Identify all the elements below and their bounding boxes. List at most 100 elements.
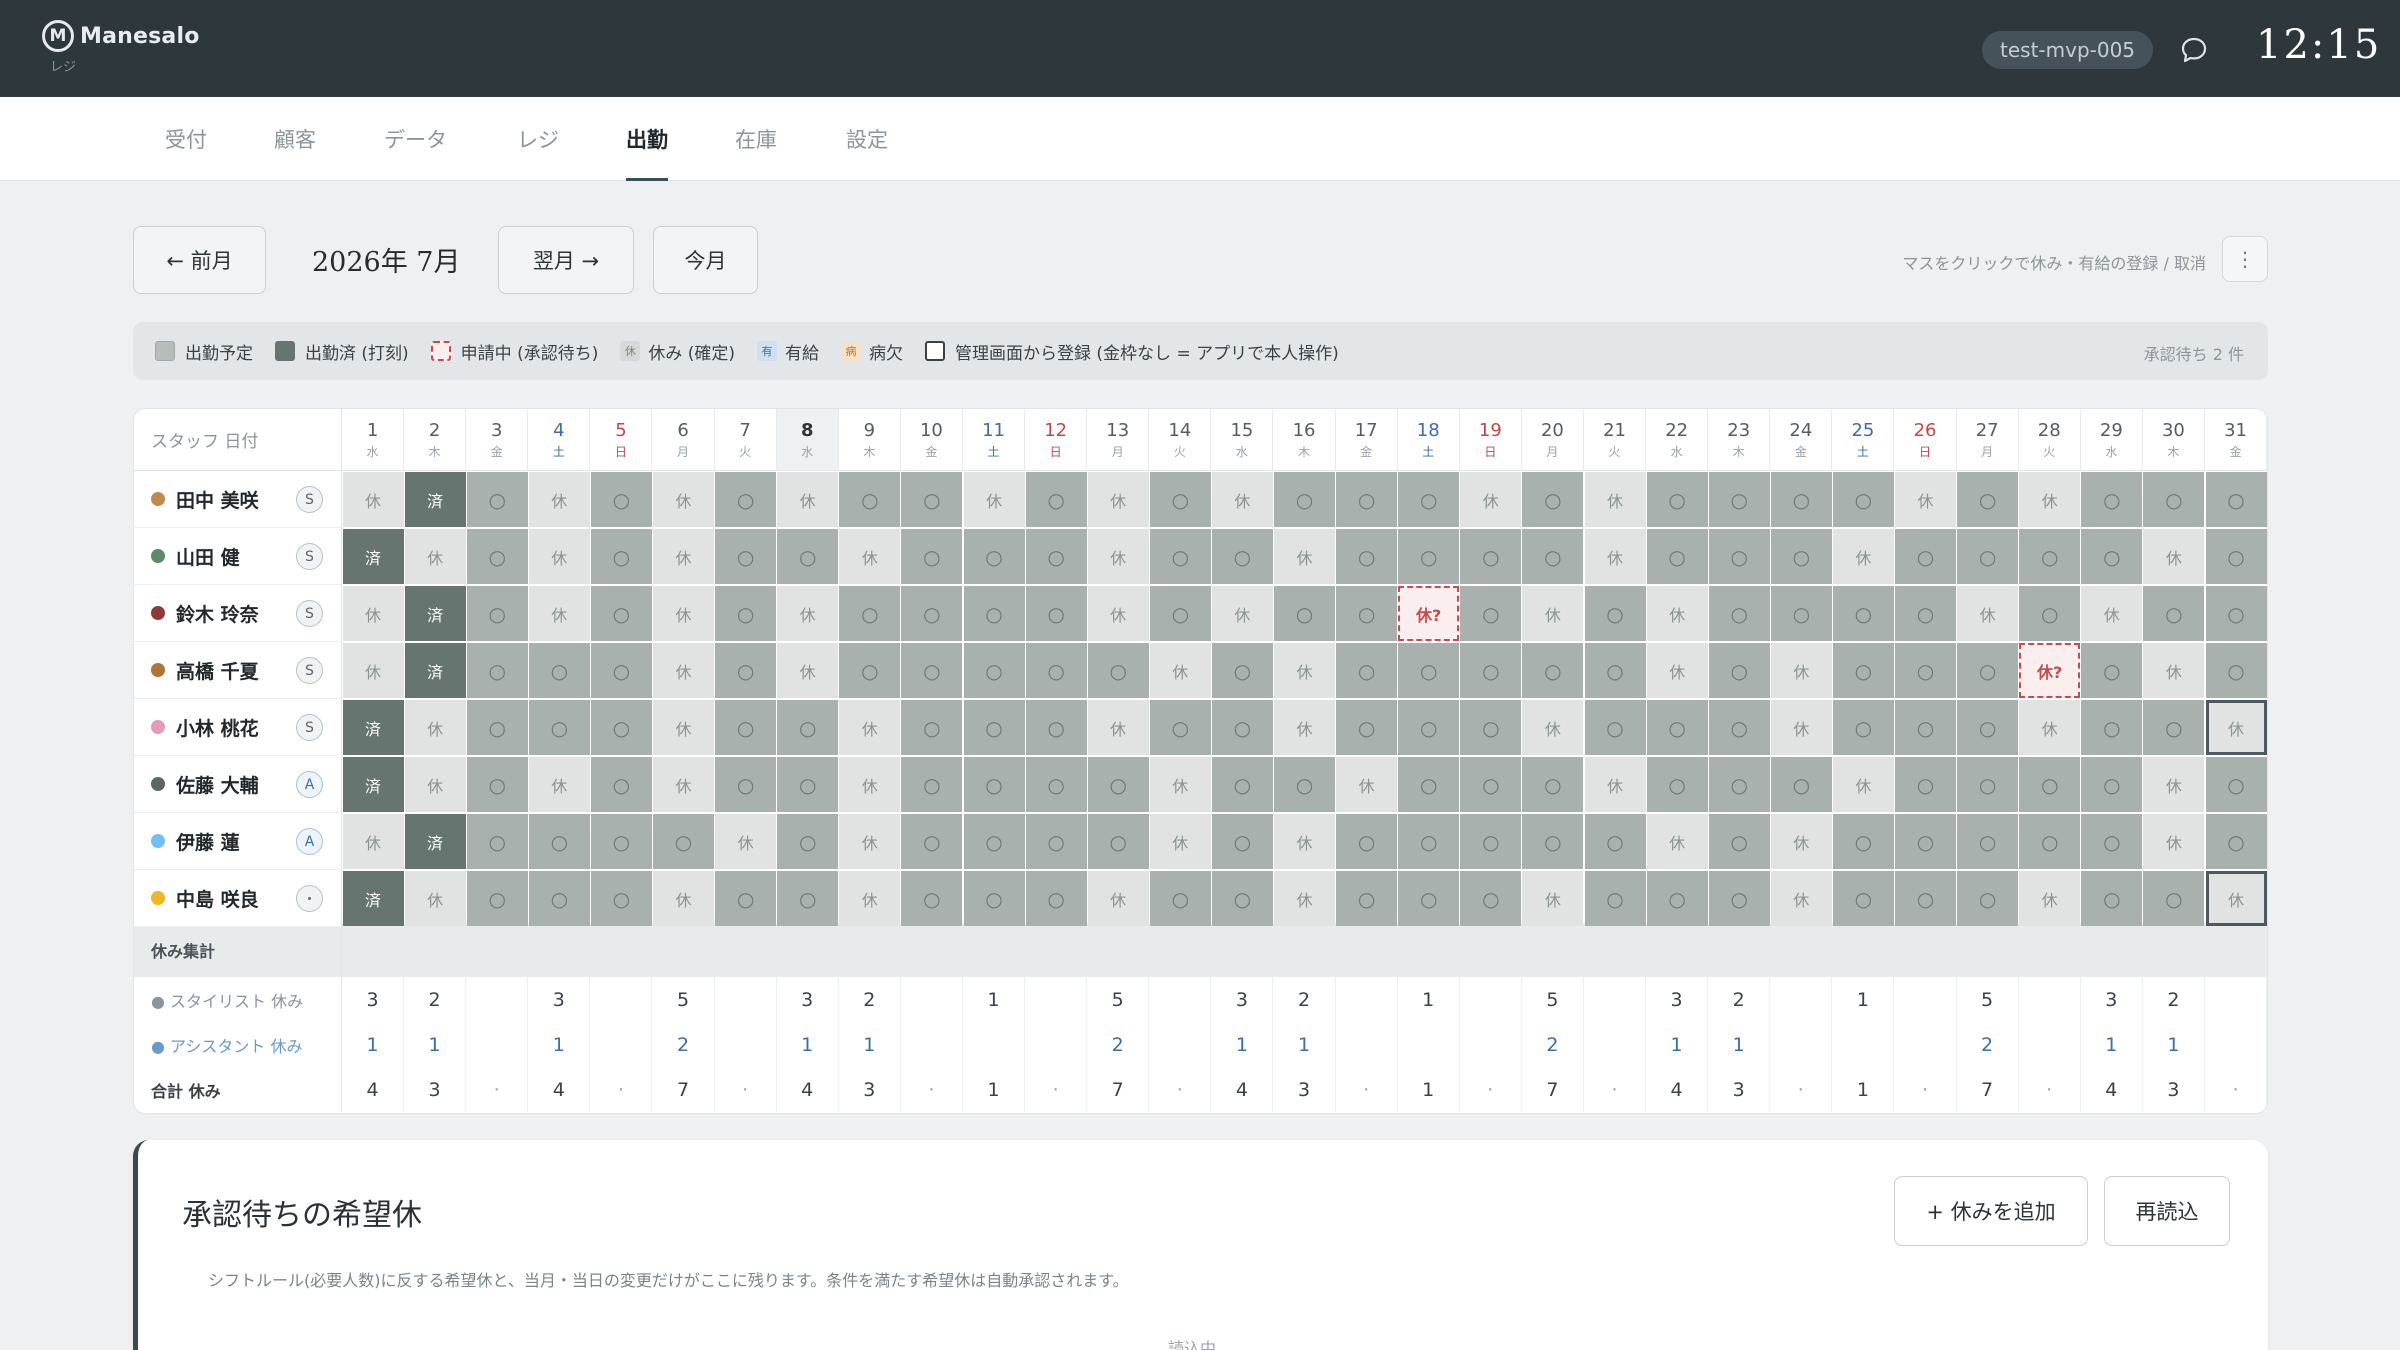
tab-attendance[interactable]: 出勤: [626, 97, 668, 181]
tab-customers[interactable]: 顧客: [274, 97, 316, 181]
schedule-cell[interactable]: ○: [1149, 871, 1211, 926]
schedule-cell[interactable]: ○: [1149, 472, 1211, 527]
schedule-cell[interactable]: ○: [963, 643, 1025, 698]
schedule-cell[interactable]: ○: [1708, 871, 1770, 926]
schedule-cell[interactable]: ○: [528, 871, 590, 926]
schedule-cell[interactable]: ○: [1336, 643, 1398, 698]
schedule-cell[interactable]: 休: [1087, 472, 1149, 527]
schedule-cell[interactable]: ○: [1211, 871, 1273, 926]
schedule-cell[interactable]: ○: [1895, 529, 1956, 584]
staff-row-label[interactable]: 山田 健 S: [134, 528, 342, 585]
schedule-cell[interactable]: 休: [1087, 586, 1149, 641]
schedule-cell[interactable]: 済: [342, 700, 404, 755]
staff-row-label[interactable]: 佐藤 大輔 A: [134, 756, 342, 813]
schedule-cell[interactable]: 休: [1832, 529, 1894, 584]
staff-row-label[interactable]: 中島 咲良 ・: [134, 870, 342, 927]
schedule-cell[interactable]: ○: [466, 586, 528, 641]
schedule-cell[interactable]: ○: [1770, 529, 1832, 584]
schedule-cell[interactable]: 済: [342, 757, 404, 812]
schedule-cell[interactable]: ○: [1460, 586, 1522, 641]
schedule-cell[interactable]: ○: [1149, 586, 1211, 641]
schedule-cell[interactable]: 休: [2019, 700, 2081, 755]
chat-bubble-icon[interactable]: [2180, 36, 2208, 64]
schedule-cell[interactable]: ○: [1646, 529, 1708, 584]
schedule-cell[interactable]: ○: [901, 871, 963, 926]
schedule-cell[interactable]: 休: [1646, 814, 1708, 869]
schedule-cell[interactable]: ○: [2205, 814, 2267, 869]
schedule-cell[interactable]: ○: [1025, 757, 1087, 812]
schedule-cell[interactable]: 休: [1522, 871, 1584, 926]
schedule-cell[interactable]: ○: [1708, 586, 1770, 641]
schedule-cell[interactable]: ○: [1957, 814, 2019, 869]
schedule-cell[interactable]: ○: [1708, 814, 1770, 869]
schedule-cell[interactable]: 休: [1149, 643, 1211, 698]
schedule-cell[interactable]: ○: [963, 586, 1025, 641]
schedule-cell[interactable]: ○: [1398, 871, 1460, 926]
schedule-cell[interactable]: 休: [1522, 586, 1584, 641]
schedule-cell[interactable]: ○: [466, 871, 528, 926]
schedule-cell[interactable]: 休: [528, 472, 590, 527]
schedule-cell[interactable]: 休: [653, 700, 714, 755]
schedule-cell[interactable]: ○: [1398, 472, 1460, 527]
schedule-cell[interactable]: ○: [1957, 643, 2019, 698]
schedule-cell[interactable]: 休: [342, 643, 404, 698]
schedule-cell[interactable]: 休: [777, 472, 839, 527]
schedule-cell[interactable]: ○: [839, 472, 901, 527]
schedule-cell[interactable]: 済: [404, 643, 466, 698]
schedule-cell[interactable]: 休: [1584, 529, 1646, 584]
schedule-cell[interactable]: ○: [1646, 700, 1708, 755]
schedule-cell[interactable]: ○: [2205, 586, 2267, 641]
more-options-button[interactable]: ⋮: [2222, 236, 2268, 282]
schedule-cell[interactable]: ○: [1957, 529, 2019, 584]
schedule-cell[interactable]: ○: [1646, 757, 1708, 812]
schedule-cell[interactable]: ○: [1398, 700, 1460, 755]
staff-row-label[interactable]: 田中 美咲 S: [134, 471, 342, 528]
schedule-cell[interactable]: ○: [1460, 757, 1522, 812]
schedule-cell[interactable]: ○: [1460, 643, 1522, 698]
schedule-cell[interactable]: ○: [1895, 643, 1956, 698]
schedule-cell[interactable]: ○: [839, 643, 901, 698]
schedule-cell[interactable]: ○: [1708, 757, 1770, 812]
schedule-cell[interactable]: ○: [1336, 529, 1398, 584]
schedule-cell[interactable]: ○: [1646, 472, 1708, 527]
schedule-cell[interactable]: ○: [590, 814, 652, 869]
schedule-cell[interactable]: 休: [404, 871, 466, 926]
schedule-cell[interactable]: ○: [715, 643, 777, 698]
prev-month-button[interactable]: ← 前月: [133, 226, 266, 294]
schedule-cell[interactable]: 休: [1149, 814, 1211, 869]
tab-reception[interactable]: 受付: [165, 97, 207, 181]
schedule-cell[interactable]: ○: [466, 643, 528, 698]
schedule-cell[interactable]: 休: [653, 529, 714, 584]
schedule-cell[interactable]: ○: [590, 586, 652, 641]
brand[interactable]: M Manesalo レジ: [42, 20, 200, 75]
schedule-cell[interactable]: ○: [839, 586, 901, 641]
schedule-cell[interactable]: ○: [1398, 757, 1460, 812]
schedule-cell[interactable]: ○: [1832, 586, 1894, 641]
schedule-cell[interactable]: 休: [1274, 700, 1335, 755]
schedule-cell[interactable]: ○: [2081, 472, 2143, 527]
reload-button[interactable]: 再読込: [2104, 1176, 2230, 1246]
schedule-cell[interactable]: ○: [2143, 700, 2205, 755]
schedule-cell[interactable]: 休: [342, 472, 404, 527]
schedule-cell[interactable]: ○: [901, 529, 963, 584]
schedule-cell[interactable]: ○: [1770, 757, 1832, 812]
schedule-cell[interactable]: ○: [715, 586, 777, 641]
staff-row-label[interactable]: 伊藤 蓮 A: [134, 813, 342, 870]
schedule-cell[interactable]: ○: [1895, 586, 1956, 641]
schedule-cell[interactable]: 済: [404, 586, 466, 641]
schedule-cell[interactable]: ○: [528, 700, 590, 755]
schedule-cell[interactable]: ○: [1025, 472, 1087, 527]
schedule-cell[interactable]: ○: [2081, 871, 2143, 926]
schedule-cell[interactable]: ○: [777, 700, 839, 755]
schedule-cell[interactable]: ○: [1336, 586, 1398, 641]
schedule-cell[interactable]: 休: [653, 757, 714, 812]
schedule-cell[interactable]: ○: [1025, 700, 1087, 755]
schedule-cell[interactable]: ○: [1584, 586, 1646, 641]
schedule-cell[interactable]: ○: [1522, 472, 1584, 527]
schedule-cell[interactable]: 休: [404, 757, 466, 812]
schedule-cell[interactable]: ○: [1832, 814, 1894, 869]
this-month-button[interactable]: 今月: [653, 226, 758, 294]
schedule-cell[interactable]: ○: [1895, 700, 1956, 755]
schedule-cell[interactable]: 休: [1770, 814, 1832, 869]
schedule-cell[interactable]: 休: [653, 472, 714, 527]
